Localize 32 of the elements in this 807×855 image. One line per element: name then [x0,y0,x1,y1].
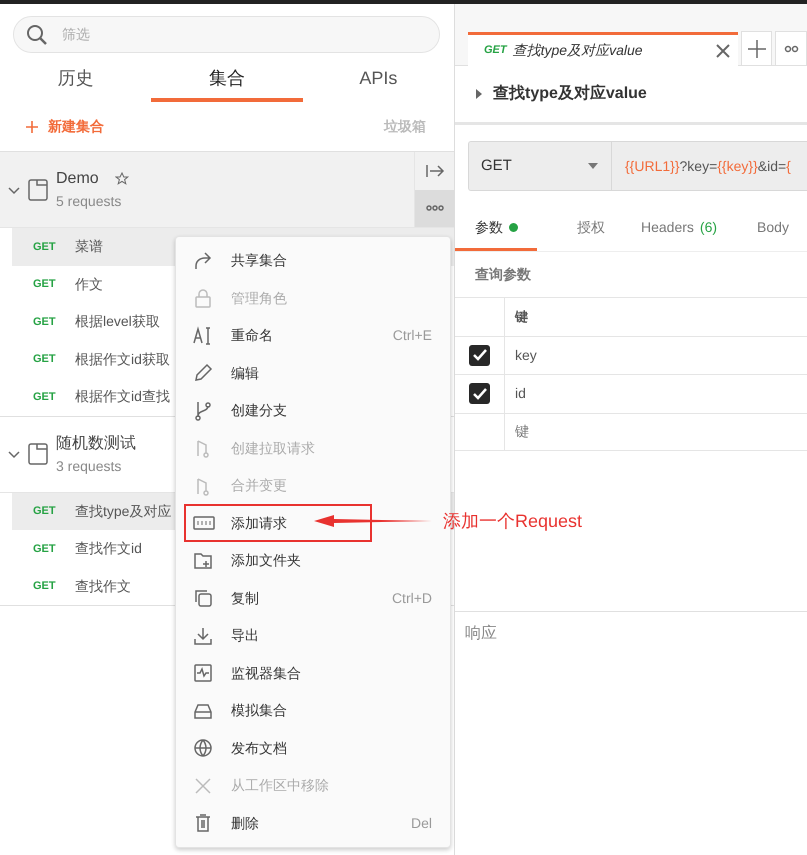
tab-title: 查找type及对应value [512,41,644,60]
shortcut-label: Ctrl+D [392,588,432,608]
method-label: GET [33,352,53,367]
shortcut-label: Ctrl+E [392,326,432,346]
request-name: 查找type及对应 [75,502,172,521]
method-label: GET [484,43,507,58]
request-name: 根据level获取 [75,312,160,332]
method-label: GET [33,579,53,594]
request-name: 根据作文id查找 [75,387,170,406]
column-header: 键 [514,308,528,326]
request-name: 查找作文id [75,539,142,558]
method-label: GET [33,542,53,556]
param-key: key [505,336,537,374]
method-label: GET [33,504,53,519]
request-count: 5 requests [56,192,122,211]
request-name: 查找作文 [75,576,131,596]
method-label: GET [33,240,53,254]
annotation-text: 添加一个Request [443,510,582,533]
collection-name: Demo [56,169,99,189]
request-name: 菜谱 [75,237,103,256]
method-label: GET [33,277,53,292]
method-label: GET [33,390,53,404]
method-label: GET [33,314,53,330]
request-name: 根据作文id获取 [75,350,170,369]
response-label: 响应 [455,611,807,656]
request-count: 3 requests [56,456,122,476]
request-title: 查找type及对应value [493,83,647,104]
request-name: 作文 [75,274,103,294]
section-title: 查询参数 [474,265,532,284]
shortcut-label: Del [410,814,432,833]
collection-name: 随机数测试 [56,434,136,454]
param-key: id [505,375,526,412]
